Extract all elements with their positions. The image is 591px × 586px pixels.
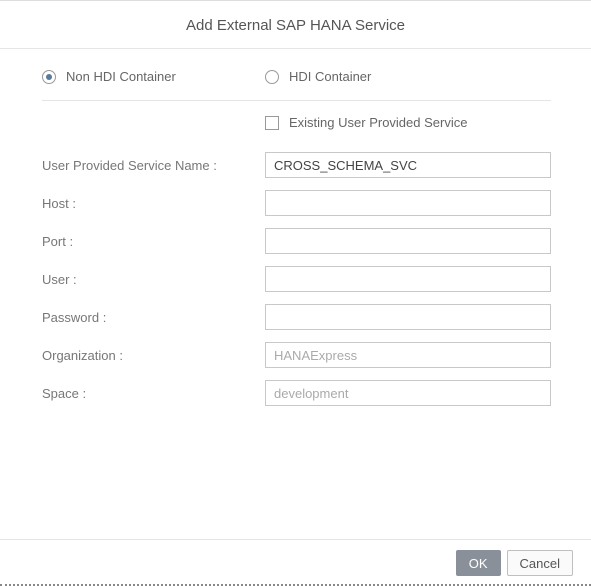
- organization-input: [265, 342, 551, 368]
- form: User Provided Service Name : Host : Port…: [42, 146, 551, 412]
- hdi-container-radio[interactable]: HDI Container: [265, 69, 371, 84]
- ok-button[interactable]: OK: [456, 550, 501, 576]
- existing-service-label: Existing User Provided Service: [289, 115, 467, 130]
- container-type-group: Non HDI Container HDI Container: [42, 67, 551, 101]
- checkbox-unchecked-icon: [265, 116, 279, 130]
- password-label: Password :: [42, 310, 265, 325]
- radio-selected-icon: [42, 70, 56, 84]
- port-label: Port :: [42, 234, 265, 249]
- host-input[interactable]: [265, 190, 551, 216]
- dialog-footer: OK Cancel: [0, 539, 591, 576]
- user-input[interactable]: [265, 266, 551, 292]
- dialog-title: Add External SAP HANA Service: [0, 1, 591, 49]
- space-label: Space :: [42, 386, 265, 401]
- service-name-label: User Provided Service Name :: [42, 158, 265, 173]
- cancel-button[interactable]: Cancel: [507, 550, 573, 576]
- hdi-label: HDI Container: [289, 69, 371, 84]
- host-label: Host :: [42, 196, 265, 211]
- non-hdi-container-radio[interactable]: Non HDI Container: [42, 69, 265, 84]
- non-hdi-label: Non HDI Container: [66, 69, 176, 84]
- existing-service-checkbox[interactable]: Existing User Provided Service: [265, 115, 467, 130]
- port-input[interactable]: [265, 228, 551, 254]
- organization-label: Organization :: [42, 348, 265, 363]
- service-name-input[interactable]: [265, 152, 551, 178]
- radio-unselected-icon: [265, 70, 279, 84]
- user-label: User :: [42, 272, 265, 287]
- space-input: [265, 380, 551, 406]
- password-input[interactable]: [265, 304, 551, 330]
